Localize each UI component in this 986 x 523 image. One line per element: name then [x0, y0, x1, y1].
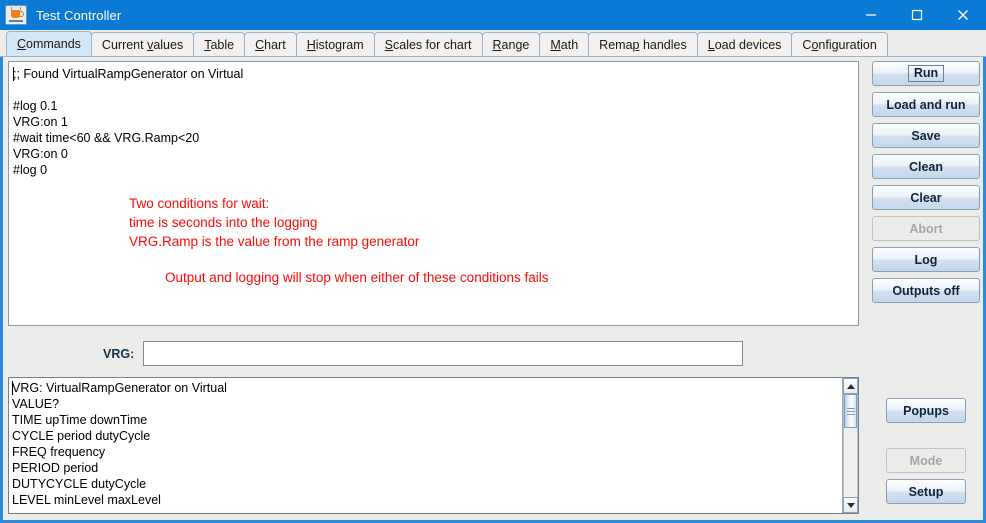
code-line: VRG:on 0	[13, 147, 68, 161]
output-scrollbar[interactable]	[842, 378, 858, 513]
text-caret	[13, 67, 14, 81]
mode-button: Mode	[886, 448, 966, 473]
maximize-icon[interactable]	[894, 0, 940, 30]
tab-commands[interactable]: Commands	[6, 31, 92, 56]
list-item: VALUE?	[12, 397, 60, 411]
tab-load-devices[interactable]: Load devices	[696, 32, 793, 56]
popups-button[interactable]: Popups	[886, 398, 966, 423]
close-icon[interactable]	[940, 0, 986, 30]
code-line: #log 0.1	[13, 99, 58, 113]
minimize-icon[interactable]	[848, 0, 894, 30]
command-input-row: VRG:	[3, 336, 863, 376]
code-line: #wait time<60 && VRG.Ramp<20	[13, 131, 200, 145]
annotation-block: Two conditions for wait: time is seconds…	[129, 194, 548, 287]
output-list[interactable]: VRG: VirtualRampGenerator on Virtual VAL…	[9, 378, 842, 513]
list-item: FREQ frequency	[12, 445, 106, 459]
annotation-line: time is seconds into the logging	[129, 215, 318, 230]
code-line: VRG:on 1	[13, 115, 68, 129]
tab-strip: Commands Current values Table Chart Hist…	[0, 30, 986, 57]
scrollbar-thumb[interactable]	[844, 394, 857, 428]
test-controller-window: Test Controller Commands Current values …	[0, 0, 986, 523]
run-button[interactable]: Run	[872, 61, 980, 86]
list-item: VRG: VirtualRampGenerator on Virtual	[12, 381, 227, 395]
command-input-label: VRG:	[103, 347, 135, 361]
load-and-run-button[interactable]: Load and run	[872, 92, 980, 117]
tab-math[interactable]: Math	[539, 32, 590, 56]
list-item: CYCLE period dutyCycle	[12, 429, 151, 443]
list-item: TIME upTime downTime	[12, 413, 148, 427]
tab-table[interactable]: Table	[193, 32, 246, 56]
tab-current-values[interactable]: Current values	[90, 32, 195, 56]
output-caret	[12, 381, 13, 395]
output-panel: VRG: VirtualRampGenerator on Virtual VAL…	[8, 377, 859, 514]
annotation-line: VRG.Ramp is the value from the ramp gene…	[129, 234, 420, 249]
run-button-label: Run	[907, 65, 945, 82]
tab-remap-handles[interactable]: Remap handles	[588, 32, 698, 56]
tab-chart[interactable]: Chart	[244, 32, 297, 56]
script-editor[interactable]: ;; Found VirtualRampGenerator on Virtual…	[8, 61, 859, 326]
list-item: DUTYCYCLE dutyCycle	[12, 477, 147, 491]
scroll-down-icon[interactable]	[843, 497, 858, 513]
window-controls	[848, 0, 986, 30]
tab-histogram[interactable]: Histogram	[295, 32, 375, 56]
code-line: #log 0	[13, 163, 48, 177]
scroll-up-icon[interactable]	[843, 378, 858, 394]
title-bar: Test Controller	[0, 0, 986, 30]
commands-panel: ;; Found VirtualRampGenerator on Virtual…	[0, 57, 986, 523]
annotation-line-indented: Output and logging will stop when either…	[165, 270, 549, 285]
tab-scales-for-chart[interactable]: Scales for chart	[373, 32, 483, 56]
setup-button[interactable]: Setup	[886, 479, 966, 504]
list-item: PERIOD period	[12, 461, 99, 475]
button-spacer	[886, 429, 966, 448]
command-input[interactable]	[143, 341, 743, 366]
tab-range[interactable]: Range	[481, 32, 541, 56]
window-title: Test Controller	[36, 7, 122, 23]
code-line: ;; Found VirtualRampGenerator on Virtual	[13, 67, 244, 81]
scrollbar-track[interactable]	[843, 394, 858, 497]
abort-button: Abort	[872, 216, 980, 241]
tab-configuration[interactable]: Configuration	[791, 32, 888, 56]
log-button[interactable]: Log	[872, 247, 980, 272]
clean-button[interactable]: Clean	[872, 154, 980, 179]
secondary-button-column: Popups Mode Setup	[886, 398, 966, 510]
save-button[interactable]: Save	[872, 123, 980, 148]
annotation-line: Two conditions for wait:	[129, 196, 270, 211]
clear-button[interactable]: Clear	[872, 185, 980, 210]
java-coffee-cup-icon	[5, 5, 27, 25]
action-button-column: Run Load and run Save Clean Clear Abort …	[872, 61, 980, 309]
list-item: LEVEL minLevel maxLevel	[12, 493, 161, 507]
outputs-off-button[interactable]: Outputs off	[872, 278, 980, 303]
